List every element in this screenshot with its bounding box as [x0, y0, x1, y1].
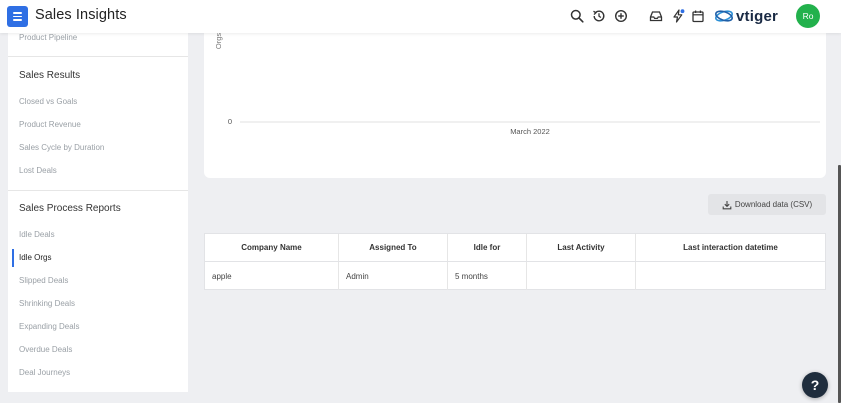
column-header-idle-for[interactable]: Idle for — [448, 234, 527, 261]
vtiger-logo-mark-icon — [715, 10, 733, 22]
help-question-icon: ? — [810, 377, 820, 393]
sidebar-item-product-pipeline[interactable]: Product Pipeline — [19, 33, 77, 42]
column-header-last-interaction-datetime[interactable]: Last interaction datetime — [636, 234, 825, 261]
cell-last-interaction-datetime — [636, 262, 825, 290]
sidebar-item-idle-orgs[interactable]: Idle Orgs — [19, 253, 51, 262]
sidebar-item-overdue-deals[interactable]: Overdue Deals — [19, 345, 72, 354]
sidebar-item-deal-journeys[interactable]: Deal Journeys — [19, 368, 70, 377]
cell-assigned-to: Admin — [339, 262, 448, 290]
download-csv-button[interactable]: Download data (CSV) — [708, 194, 826, 215]
menu-icon[interactable] — [7, 6, 28, 27]
user-avatar[interactable]: Ro — [796, 4, 820, 28]
table-row[interactable]: apple Admin 5 months — [205, 262, 825, 290]
sidebar-item-sales-cycle-by-duration[interactable]: Sales Cycle by Duration — [19, 143, 104, 152]
active-item-indicator — [12, 249, 14, 267]
help-button[interactable]: ? — [802, 372, 828, 398]
sidebar: Product Pipeline Sales Results Closed vs… — [8, 33, 188, 392]
x-tick-label: March 2022 — [510, 127, 550, 136]
sidebar-divider — [8, 190, 188, 191]
calendar-icon[interactable] — [690, 8, 706, 24]
idle-orgs-table: Company Name Assigned To Idle for Last A… — [204, 233, 826, 290]
cell-idle-for: 5 months — [448, 262, 527, 290]
sidebar-divider — [8, 56, 188, 57]
sidebar-item-closed-vs-goals[interactable]: Closed vs Goals — [19, 97, 77, 106]
column-header-last-activity[interactable]: Last Activity — [527, 234, 636, 261]
download-csv-label: Download data (CSV) — [734, 200, 813, 209]
sidebar-section-sales-results: Sales Results — [19, 70, 81, 81]
sidebar-section-sales-process-reports: Sales Process Reports — [19, 203, 121, 214]
history-icon[interactable] — [591, 8, 607, 24]
column-header-assigned-to[interactable]: Assigned To — [339, 234, 448, 261]
cell-company-name[interactable]: apple — [205, 262, 339, 290]
y-tick-label: 0 — [228, 117, 232, 126]
y-axis-label: Orgs — [214, 33, 223, 49]
plus-circle-icon[interactable] — [613, 8, 629, 24]
sidebar-item-slipped-deals[interactable]: Slipped Deals — [19, 276, 68, 285]
search-icon[interactable] — [569, 8, 585, 24]
sidebar-item-expanding-deals[interactable]: Expanding Deals — [19, 322, 79, 331]
idle-orgs-chart: Orgs 0 March 2022 — [214, 33, 820, 136]
sidebar-item-shrinking-deals[interactable]: Shrinking Deals — [19, 299, 75, 308]
cell-last-activity — [527, 262, 636, 290]
chart-card: Orgs 0 March 2022 — [204, 33, 826, 178]
table-header-row: Company Name Assigned To Idle for Last A… — [205, 234, 825, 261]
lightning-icon[interactable] — [670, 8, 686, 24]
download-icon — [722, 200, 732, 209]
sidebar-item-idle-deals[interactable]: Idle Deals — [19, 230, 55, 239]
logo-text: vtiger — [736, 7, 779, 25]
sidebar-item-lost-deals[interactable]: Lost Deals — [19, 166, 57, 175]
inbox-icon[interactable] — [648, 8, 664, 24]
vtiger-logo: vtiger — [714, 6, 778, 26]
sidebar-item-product-revenue[interactable]: Product Revenue — [19, 120, 81, 129]
column-header-company-name[interactable]: Company Name — [205, 234, 339, 261]
top-header: Sales Insights vtiger Ro — [0, 0, 841, 33]
app-title: Sales Insights — [35, 7, 127, 23]
